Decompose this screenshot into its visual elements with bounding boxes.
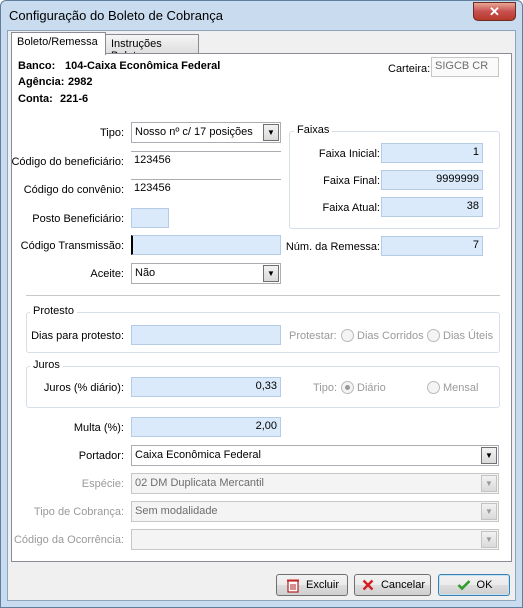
radio-diario[interactable]: Diário bbox=[341, 381, 386, 394]
juros-legend: Juros bbox=[30, 359, 63, 371]
faixa-final-field[interactable]: 9999999 bbox=[381, 170, 483, 190]
excluir-button[interactable]: Excluir bbox=[276, 574, 348, 596]
divider bbox=[26, 295, 500, 296]
carteira-label: Carteira: bbox=[388, 63, 431, 75]
transmissao-label: Código Transmissão: bbox=[20, 240, 124, 252]
radio-circle bbox=[427, 329, 440, 342]
radio-circle bbox=[341, 329, 354, 342]
dias-corridos-label: Dias Corridos bbox=[357, 329, 424, 342]
cancelar-label: Cancelar bbox=[380, 579, 426, 591]
close-icon: ✕ bbox=[489, 3, 500, 19]
radio-circle bbox=[427, 381, 440, 394]
conta-value: 221-6 bbox=[60, 93, 89, 105]
tab-instrucoes-boleto[interactable]: Instruções Boleto bbox=[105, 34, 199, 62]
close-button[interactable]: ✕ bbox=[473, 2, 516, 21]
chevron-down-icon[interactable]: ▼ bbox=[481, 503, 497, 520]
faixa-inicial-label: Faixa Inicial: bbox=[318, 148, 380, 160]
especie-select[interactable]: 02 DM Duplicata Mercantil ▼ bbox=[131, 473, 499, 494]
cancelar-button[interactable]: Cancelar bbox=[354, 574, 431, 596]
dialog-client: Boleto/Remessa Instruções Boleto Banco: … bbox=[7, 30, 516, 601]
juros-tipo-label: Tipo: bbox=[313, 382, 338, 394]
tipo-cobranca-label: Tipo de Cobrança: bbox=[33, 506, 124, 518]
aceite-value: Não bbox=[135, 267, 156, 279]
ok-button[interactable]: OK bbox=[438, 574, 510, 596]
diario-label: Diário bbox=[357, 381, 386, 394]
portador-label: Portador: bbox=[78, 450, 124, 462]
x-icon bbox=[360, 577, 376, 593]
posto-label: Posto Beneficiário: bbox=[32, 213, 124, 225]
banco-value: 104-Caixa Econômica Federal bbox=[65, 60, 221, 72]
remessa-label: Núm. da Remessa: bbox=[285, 241, 380, 253]
tab-panel: Banco: 104-Caixa Econômica Federal Agênc… bbox=[11, 53, 512, 562]
tab-boleto-remessa[interactable]: Boleto/Remessa bbox=[11, 32, 106, 55]
carteira-field[interactable]: SIGCB CR bbox=[431, 57, 499, 77]
faixa-final-label: Faixa Final: bbox=[323, 175, 380, 187]
chevron-down-icon[interactable]: ▼ bbox=[263, 265, 279, 282]
title-bar[interactable]: Configuração do Boleto de Cobrança ✕ bbox=[1, 1, 522, 29]
aceite-label: Aceite: bbox=[90, 268, 124, 280]
juros-field[interactable]: 0,33 bbox=[131, 377, 281, 397]
dias-protesto-label: Dias para protesto: bbox=[31, 330, 124, 342]
excluir-label: Excluir bbox=[305, 579, 339, 591]
chevron-down-icon[interactable]: ▼ bbox=[481, 531, 497, 548]
faixa-atual-field[interactable]: 38 bbox=[381, 197, 483, 217]
beneficiario-field[interactable]: 123456 bbox=[131, 151, 281, 171]
tipo-value: Nosso nº c/ 17 posições bbox=[135, 126, 253, 138]
tipo-select[interactable]: Nosso nº c/ 17 posições ▼ bbox=[131, 122, 281, 143]
posto-field[interactable] bbox=[131, 208, 169, 228]
convenio-field[interactable]: 123456 bbox=[131, 179, 281, 199]
banco-label: Banco: bbox=[18, 60, 56, 72]
protesto-legend: Protesto bbox=[30, 305, 77, 317]
chevron-down-icon[interactable]: ▼ bbox=[481, 447, 497, 464]
multa-field[interactable]: 2,00 bbox=[131, 417, 281, 437]
aceite-select[interactable]: Não ▼ bbox=[131, 263, 281, 284]
radio-circle-selected bbox=[341, 381, 354, 394]
portador-value: Caixa Econômica Federal bbox=[135, 449, 261, 461]
dialog-window: Configuração do Boleto de Cobrança ✕ Bol… bbox=[0, 0, 523, 608]
agencia-label: Agência: bbox=[18, 76, 65, 88]
chevron-down-icon[interactable]: ▼ bbox=[263, 124, 279, 141]
chevron-down-icon[interactable]: ▼ bbox=[481, 475, 497, 492]
trash-icon bbox=[285, 577, 301, 593]
dias-uteis-label: Dias Úteis bbox=[443, 329, 494, 342]
especie-label: Espécie: bbox=[81, 478, 124, 490]
tipo-cobranca-value: Sem modalidade bbox=[135, 505, 218, 517]
faixas-legend: Faixas bbox=[294, 124, 333, 136]
radio-dias-uteis[interactable]: Dias Úteis bbox=[427, 329, 493, 342]
especie-value: 02 DM Duplicata Mercantil bbox=[135, 477, 264, 489]
remessa-field[interactable]: 7 bbox=[381, 236, 483, 256]
agencia-value: 2982 bbox=[68, 76, 93, 88]
convenio-label: Código do convênio: bbox=[23, 184, 124, 196]
radio-dias-corridos[interactable]: Dias Corridos bbox=[341, 329, 424, 342]
juros-label: Juros (% diário): bbox=[43, 382, 124, 394]
faixa-inicial-field[interactable]: 1 bbox=[381, 143, 483, 163]
beneficiario-label: Código do beneficiário: bbox=[11, 156, 124, 168]
dias-protesto-field[interactable] bbox=[131, 325, 281, 345]
radio-mensal[interactable]: Mensal bbox=[427, 381, 478, 394]
tipo-cobranca-select[interactable]: Sem modalidade ▼ bbox=[131, 501, 499, 522]
faixa-atual-label: Faixa Atual: bbox=[322, 202, 380, 214]
transmissao-field[interactable] bbox=[131, 235, 281, 255]
mensal-label: Mensal bbox=[443, 381, 479, 394]
window-title: Configuração do Boleto de Cobrança bbox=[9, 8, 223, 23]
portador-select[interactable]: Caixa Econômica Federal ▼ bbox=[131, 445, 499, 466]
codigo-ocorrencia-select[interactable]: ▼ bbox=[131, 529, 499, 550]
multa-label: Multa (%): bbox=[73, 422, 124, 434]
tipo-label: Tipo: bbox=[99, 127, 124, 139]
codigo-ocorrencia-label: Código da Ocorrência: bbox=[13, 534, 124, 546]
conta-label: Conta: bbox=[18, 93, 53, 105]
check-icon bbox=[456, 577, 472, 593]
ok-label: OK bbox=[476, 579, 493, 591]
protestar-label: Protestar: bbox=[289, 330, 337, 342]
